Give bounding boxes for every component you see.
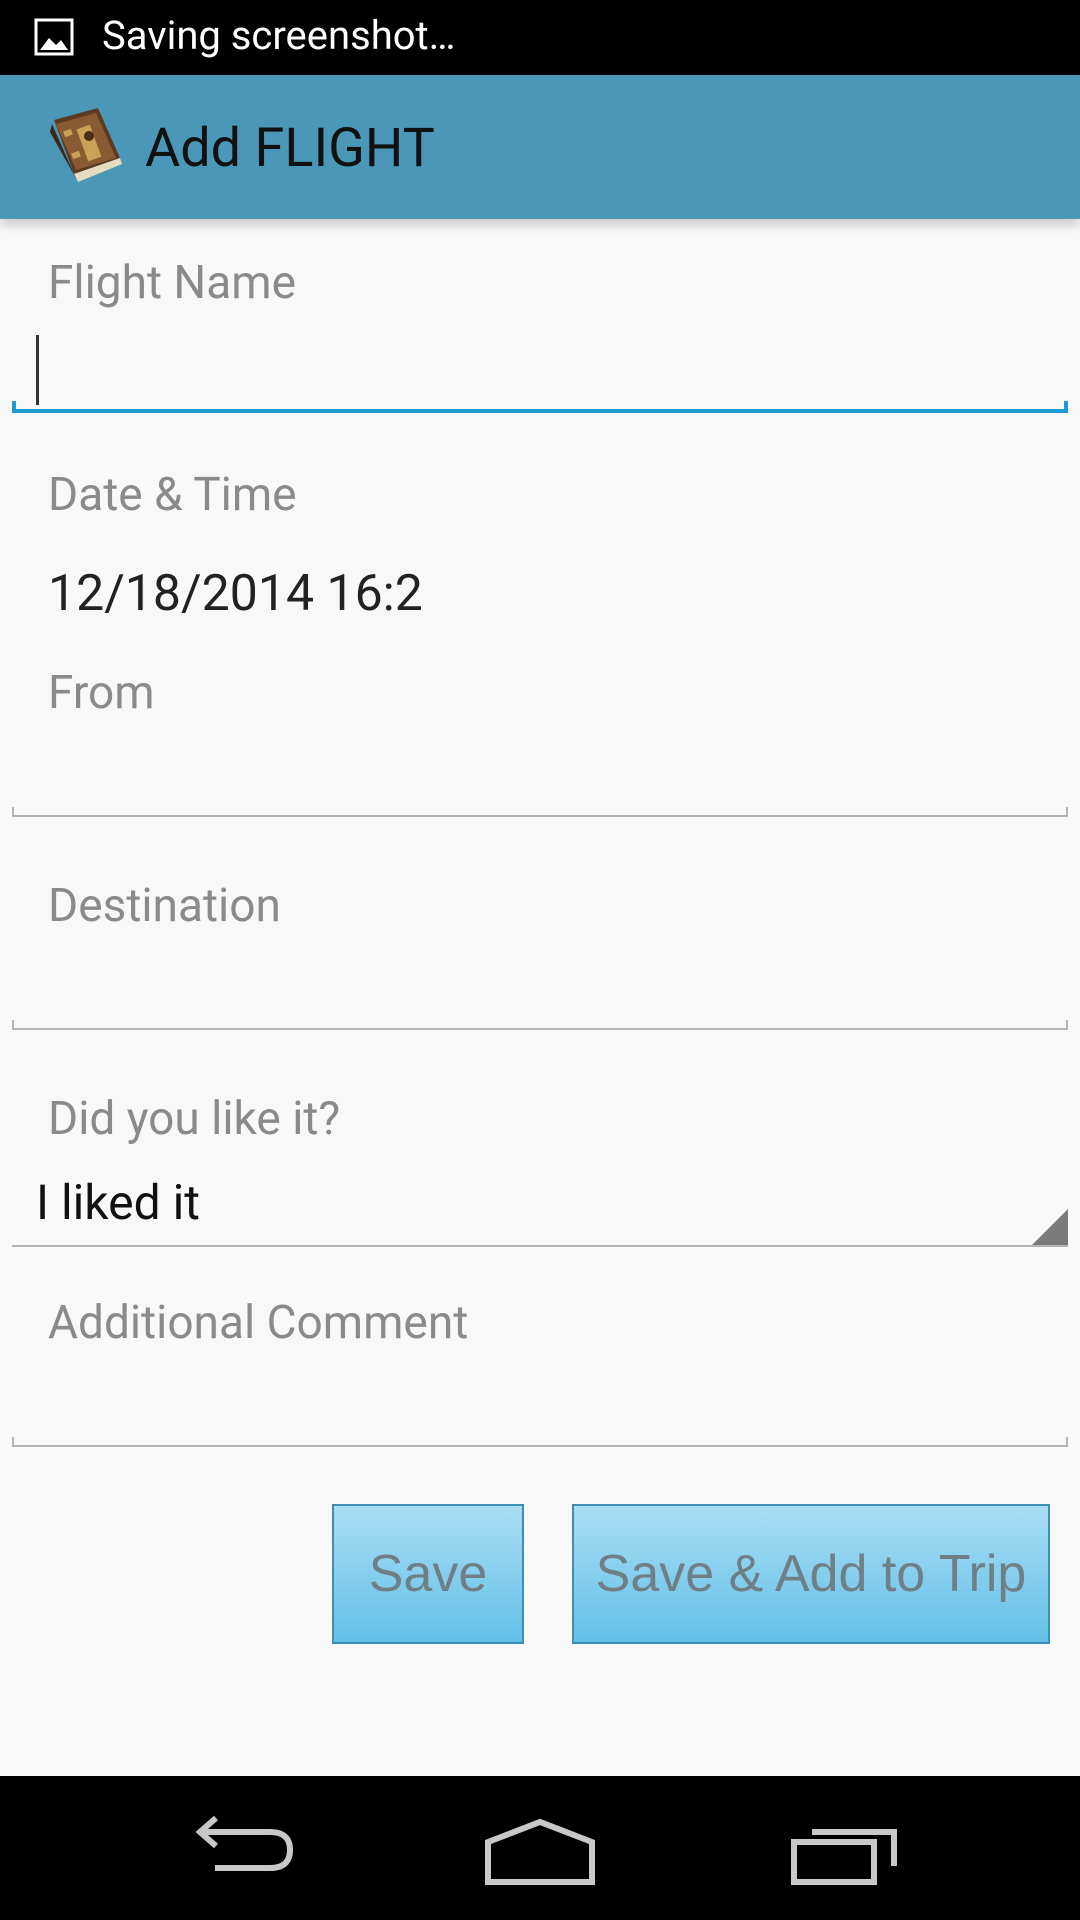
page-title: Add FLIGHT: [145, 117, 435, 180]
save-button[interactable]: Save: [332, 1504, 524, 1644]
back-icon[interactable]: [170, 1802, 310, 1894]
field-edge-right: [1066, 1437, 1068, 1447]
navigation-bar: [0, 1776, 1080, 1920]
add-flight-form: Flight Name Date & Time 12/18/2014 16:2 …: [0, 219, 1080, 1776]
rating-selected-value: I liked it: [36, 1174, 200, 1231]
date-time-value[interactable]: 12/18/2014 16:2: [48, 564, 423, 624]
destination-input[interactable]: [12, 954, 1068, 1030]
field-edge-left: [12, 1020, 14, 1030]
destination-label: Destination: [48, 879, 281, 933]
comment-label: Additional Comment: [48, 1296, 469, 1350]
journal-book-icon[interactable]: [36, 102, 132, 198]
flight-name-label: Flight Name: [48, 256, 296, 310]
field-edge-left: [12, 1437, 14, 1447]
status-notification-text: Saving screenshot…: [102, 12, 456, 59]
status-bar: Saving screenshot…: [0, 0, 1080, 75]
field-edge-right: [1066, 1020, 1068, 1030]
save-add-to-trip-button[interactable]: Save & Add to Trip: [572, 1504, 1050, 1644]
rating-spinner[interactable]: I liked it: [12, 1169, 1068, 1247]
action-bar: Add FLIGHT: [0, 75, 1080, 219]
field-edge-left: [12, 401, 16, 413]
date-time-label: Date & Time: [48, 468, 297, 522]
from-input[interactable]: [12, 741, 1068, 817]
recent-apps-icon[interactable]: [774, 1802, 914, 1894]
field-edge-right: [1066, 807, 1068, 817]
rating-label: Did you like it?: [48, 1092, 341, 1146]
from-label: From: [48, 666, 155, 720]
flight-name-input[interactable]: [12, 331, 1068, 413]
comment-input[interactable]: [12, 1371, 1068, 1447]
field-edge-left: [12, 807, 14, 817]
dropdown-arrow-icon: [1032, 1209, 1068, 1245]
home-icon[interactable]: [470, 1802, 610, 1894]
text-cursor: [36, 335, 39, 405]
field-edge-right: [1064, 401, 1068, 413]
image-icon: [34, 18, 74, 56]
